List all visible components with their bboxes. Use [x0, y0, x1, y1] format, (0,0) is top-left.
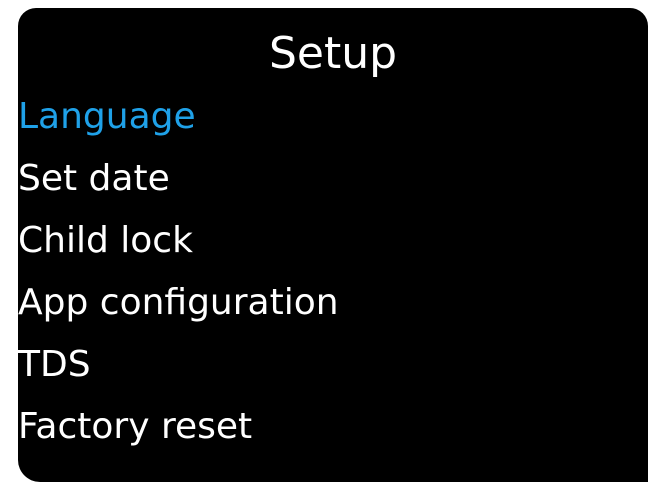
menu-item-factory-reset[interactable]: Factory reset	[18, 406, 339, 468]
device-screen: Setup Language Set date Child lock App c…	[18, 8, 648, 482]
menu-item-app-configuration[interactable]: App configuration	[18, 282, 339, 344]
menu-item-set-date[interactable]: Set date	[18, 158, 339, 220]
menu-item-child-lock[interactable]: Child lock	[18, 220, 339, 282]
menu-item-tds[interactable]: TDS	[18, 344, 339, 406]
menu-item-language[interactable]: Language	[18, 96, 339, 158]
page-title: Setup	[268, 28, 398, 79]
setup-menu: Language Set date Child lock App configu…	[18, 96, 339, 468]
